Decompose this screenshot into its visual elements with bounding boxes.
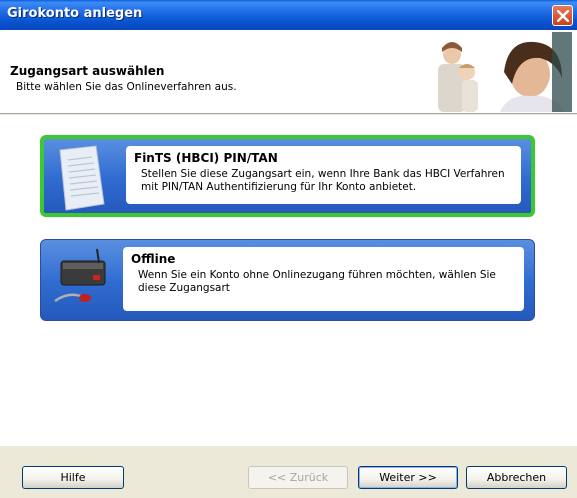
back-button[interactable]: << Zurück xyxy=(248,466,348,489)
option-text-panel: FinTS (HBCI) PIN/TAN Stellen Sie diese Z… xyxy=(126,146,521,204)
page-title: Zugangsart auswählen xyxy=(10,64,165,78)
option-offline[interactable]: Offline Wenn Sie ein Konto ohne Onlinezu… xyxy=(40,239,535,321)
option-text-panel: Offline Wenn Sie ein Konto ohne Onlinezu… xyxy=(123,247,524,311)
dialog-window: Girokonto anlegen Zugangsart auswählen B… xyxy=(0,0,577,498)
cancel-button[interactable]: Abbrechen xyxy=(466,466,567,489)
option-description: Stellen Sie diese Zugangsart ein, wenn I… xyxy=(141,168,505,193)
option-description: Wenn Sie ein Konto ohne Onlinezugang füh… xyxy=(138,269,496,294)
router-offline-icon xyxy=(54,248,106,303)
button-bar: Hilfe << Zurück Weiter >> Abbrechen xyxy=(0,445,577,498)
help-button[interactable]: Hilfe xyxy=(22,466,124,489)
next-button[interactable]: Weiter >> xyxy=(358,466,458,489)
window-title: Girokonto anlegen xyxy=(7,6,143,21)
content-area: FinTS (HBCI) PIN/TAN Stellen Sie diese Z… xyxy=(0,115,577,445)
tan-list-icon xyxy=(59,145,105,211)
option-fints-pin-tan[interactable]: FinTS (HBCI) PIN/TAN Stellen Sie diese Z… xyxy=(40,135,535,217)
close-button[interactable] xyxy=(552,5,573,26)
option-title: Offline xyxy=(131,252,176,266)
option-title: FinTS (HBCI) PIN/TAN xyxy=(134,151,278,165)
title-bar[interactable]: Girokonto anlegen xyxy=(0,0,577,30)
close-icon xyxy=(557,10,569,22)
page-subtitle: Bitte wählen Sie das Onlineverfahren aus… xyxy=(16,81,237,93)
people-photo-image xyxy=(412,32,572,112)
wizard-header: Zugangsart auswählen Bitte wählen Sie da… xyxy=(0,30,577,114)
